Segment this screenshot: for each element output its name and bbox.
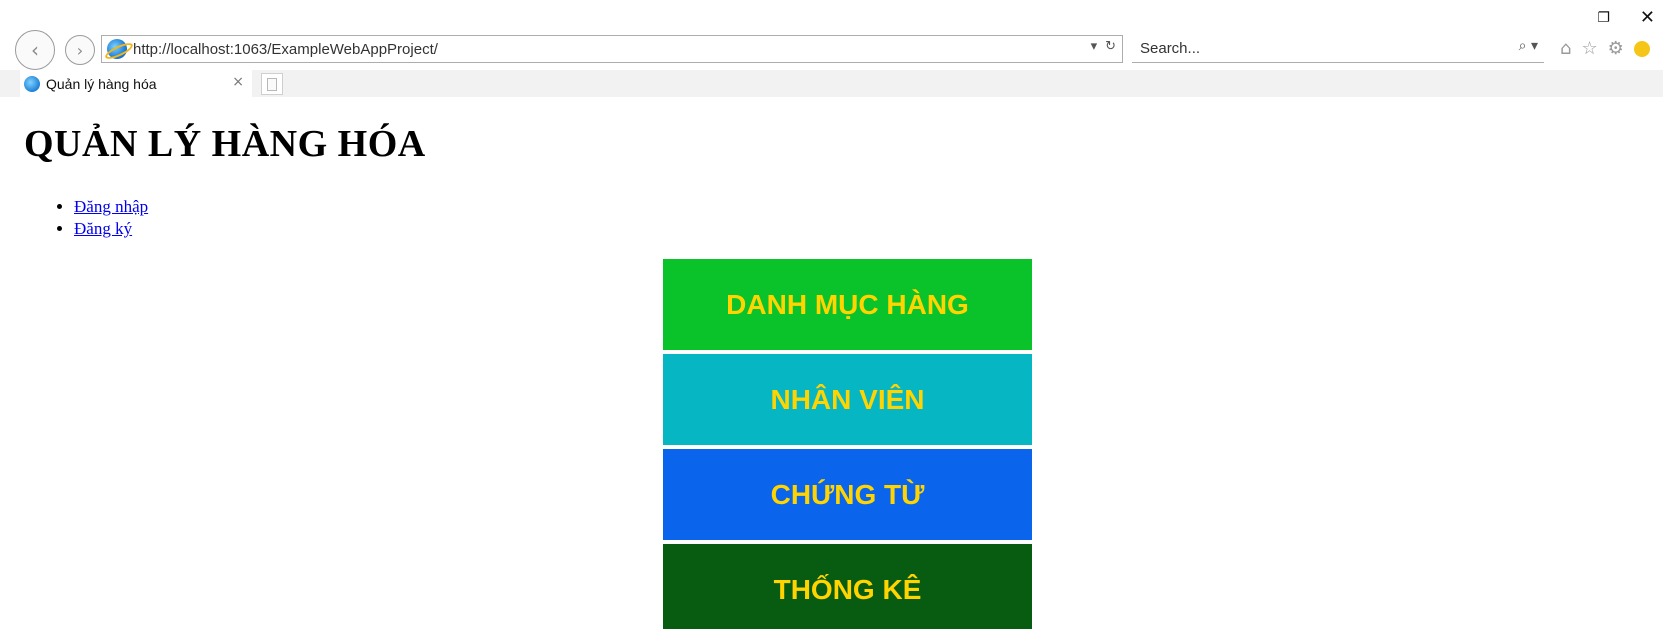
tab-title: Quản lý hàng hóa	[46, 75, 157, 92]
auth-links: Đăng nhập Đăng ký	[58, 196, 148, 240]
search-actions: ⌕ ▾	[1519, 38, 1538, 54]
address-bar[interactable]: http://localhost:1063/ExampleWebAppProje…	[101, 35, 1123, 63]
tab-favicon-icon	[24, 75, 40, 92]
list-item: Đăng nhập	[74, 196, 148, 218]
search-input[interactable]	[1140, 40, 1480, 57]
browser-chrome: ❐ ✕ ‹ › http://localhost:1063/ExampleWeb…	[0, 0, 1663, 97]
url-text[interactable]: http://localhost:1063/ExampleWebAppProje…	[133, 41, 438, 58]
new-tab-button[interactable]	[261, 73, 283, 95]
tab-strip: Quản lý hàng hóa ×	[0, 70, 1663, 97]
forward-arrow-icon: ›	[76, 40, 84, 60]
tab-close-icon[interactable]: ×	[232, 74, 244, 90]
search-box[interactable]: ⌕ ▾	[1132, 35, 1544, 63]
search-dropdown-icon[interactable]: ▾	[1531, 38, 1538, 54]
address-bar-actions: ▾ ↻	[1091, 39, 1116, 54]
favorites-icon[interactable]: ☆	[1581, 38, 1597, 59]
browser-toolbar: ⌂ ☆ ⚙	[1560, 38, 1650, 59]
menu-tile-danh-muc-hang[interactable]: DANH MỤC HÀNG	[663, 259, 1032, 350]
page-title: QUẢN LÝ HÀNG HÓA	[24, 123, 426, 165]
close-window-button[interactable]: ✕	[1640, 8, 1655, 28]
back-button[interactable]: ‹	[15, 30, 55, 70]
restore-window-button[interactable]: ❐	[1597, 8, 1610, 28]
menu-tile-thong-ke[interactable]: THỐNG KÊ	[663, 544, 1032, 629]
login-link[interactable]: Đăng nhập	[74, 197, 148, 216]
main-menu: DANH MỤC HÀNG NHÂN VIÊN CHỨNG TỪ THỐNG K…	[663, 259, 1032, 629]
home-icon[interactable]: ⌂	[1560, 38, 1571, 59]
forward-button[interactable]: ›	[65, 35, 95, 65]
search-icon[interactable]: ⌕	[1519, 38, 1527, 54]
back-arrow-icon: ‹	[31, 38, 39, 62]
address-dropdown-icon[interactable]: ▾	[1091, 39, 1098, 54]
feedback-smiley-icon[interactable]	[1633, 41, 1650, 57]
menu-tile-chung-tu[interactable]: CHỨNG TỪ	[663, 449, 1032, 540]
refresh-icon[interactable]: ↻	[1105, 39, 1116, 54]
new-tab-icon	[267, 77, 277, 91]
settings-icon[interactable]: ⚙	[1608, 38, 1624, 59]
list-item: Đăng ký	[74, 218, 148, 240]
menu-tile-nhan-vien[interactable]: NHÂN VIÊN	[663, 354, 1032, 445]
window-controls: ❐ ✕	[1597, 8, 1655, 28]
tab-active[interactable]: Quản lý hàng hóa ×	[20, 70, 252, 97]
ie-logo-icon	[107, 39, 127, 59]
register-link[interactable]: Đăng ký	[74, 219, 132, 238]
